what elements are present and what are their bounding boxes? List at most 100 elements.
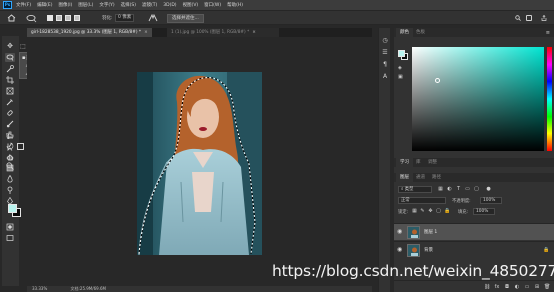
tab-channels[interactable]: 通道 (412, 173, 429, 182)
tab-adjustments[interactable]: 调整 (424, 158, 441, 167)
close-icon[interactable]: × (144, 30, 148, 35)
paragraph-icon[interactable]: ¶ (382, 62, 388, 68)
smart-object-filter-icon[interactable]: ▢ (474, 187, 479, 192)
add-mask-icon[interactable]: ◘ (504, 284, 510, 290)
tab-swatches[interactable]: 色板 (412, 28, 429, 37)
dodge-tool-icon[interactable] (5, 185, 15, 194)
lock-image-icon[interactable]: ✎ (420, 209, 425, 214)
tool-preset-lasso-icon[interactable] (26, 14, 38, 23)
home-icon[interactable] (7, 14, 16, 22)
layer-style-icon[interactable]: fx (494, 284, 500, 290)
screen-mode-icon[interactable] (5, 233, 15, 242)
quick-selection-tool-icon[interactable] (5, 64, 15, 73)
close-icon[interactable]: × (252, 30, 256, 35)
shape-filter-icon[interactable]: ▭ (465, 187, 470, 192)
color-picker-field[interactable] (412, 47, 544, 151)
lock-all-icon[interactable]: 🔒 (444, 209, 450, 214)
adjustment-filter-icon[interactable]: ◐ (447, 187, 452, 192)
zoom-level[interactable]: 33.33% (32, 286, 47, 291)
crop-tool-icon[interactable] (5, 75, 15, 84)
opacity-input[interactable]: 100% (480, 197, 502, 204)
color-panel-foreground-swatch[interactable] (398, 50, 405, 57)
tab-layers[interactable]: 图层 (396, 173, 413, 182)
menu-select[interactable]: 选择(S) (121, 2, 136, 8)
tab-document-1[interactable]: 1 (1).jpg @ 100% (图层 1, RGB/8#) * × (167, 28, 279, 37)
tab-document-girl[interactable]: girl-1828538_1920.jpg @ 33.3% (图层 1, RGB… (27, 28, 152, 37)
menu-window[interactable]: 窗口(W) (204, 2, 221, 8)
menu-filter[interactable]: 滤镜(T) (142, 2, 157, 8)
panel-icon-strip: ◷ ☰ ¶ A (378, 28, 390, 292)
subtract-selection-icon[interactable] (65, 15, 71, 21)
search-icon[interactable] (515, 15, 521, 21)
fill-input[interactable]: 100% (473, 208, 495, 215)
blur-tool-icon[interactable] (5, 174, 15, 183)
menu-edit[interactable]: 编辑(E) (37, 2, 52, 8)
menu-view[interactable]: 视图(V) (183, 2, 199, 8)
layer-row-background[interactable]: ◉ 背景 🔒 (394, 241, 554, 258)
zoom-tool-icon[interactable] (6, 162, 14, 170)
rectangle-tool-icon[interactable] (17, 143, 24, 150)
brush-tool-icon[interactable] (5, 119, 15, 128)
properties-icon[interactable]: ☰ (382, 50, 388, 56)
character-icon[interactable]: A (382, 74, 388, 80)
share-icon[interactable] (541, 15, 547, 21)
menu-file[interactable]: 文件(F) (16, 2, 31, 8)
anti-alias-icon[interactable] (148, 13, 158, 22)
layer-row-layer1[interactable]: ◉ 图层 1 (394, 223, 554, 240)
type-tool-icon[interactable]: T (6, 133, 11, 141)
lasso-selection-outline (138, 77, 256, 255)
lock-artboard-icon[interactable]: ▢ (436, 209, 441, 214)
quick-mask-icon[interactable] (5, 222, 15, 231)
foreground-color-swatch[interactable] (8, 204, 17, 213)
menu-type[interactable]: 文字(Y) (99, 2, 114, 8)
select-and-mask-button[interactable]: 选择并遮住... (167, 14, 204, 23)
intersect-selection-icon[interactable] (74, 15, 80, 21)
visibility-eye-icon[interactable]: ◉ (397, 229, 403, 235)
pixel-filter-icon[interactable]: ▦ (438, 187, 443, 192)
tab-learn[interactable]: 学习 (396, 158, 413, 167)
color-picker-handle[interactable] (435, 78, 440, 83)
lasso-tool-icon[interactable] (5, 53, 15, 62)
new-layer-icon[interactable]: ⊞ (534, 284, 540, 290)
new-selection-icon[interactable] (47, 15, 53, 21)
blend-opacity-row: 正常 不透明度: 100% (394, 195, 554, 205)
feather-input[interactable]: 0 像素 (115, 14, 134, 22)
menu-help[interactable]: 帮助(H) (227, 2, 243, 8)
delete-layer-icon[interactable]: 🗑 (544, 284, 550, 290)
menu-image[interactable]: 图像(I) (58, 2, 72, 8)
link-layers-icon[interactable]: ⛓ (484, 284, 490, 290)
lock-position-icon[interactable]: ✥ (428, 209, 433, 214)
adjustment-layer-icon[interactable]: ◐ (514, 284, 520, 290)
type-filter-icon[interactable]: T (456, 187, 461, 192)
add-to-selection-icon[interactable] (56, 15, 62, 21)
hand-tool-icon[interactable] (6, 153, 14, 161)
color-warning-icon[interactable]: ▣ (398, 74, 404, 80)
eyedropper-tool-icon[interactable] (5, 97, 15, 106)
panel-menu-icon[interactable]: ≡ (546, 30, 550, 36)
menu-3d[interactable]: 3D(D) (163, 3, 176, 8)
path-selection-tool-icon[interactable] (6, 143, 14, 151)
visibility-eye-icon[interactable]: ◉ (397, 247, 403, 253)
document-size: 文档:25.9M/69.6M (70, 286, 106, 291)
tab-color[interactable]: 颜色 (396, 28, 413, 37)
hue-slider[interactable] (547, 47, 552, 151)
frame-tool-icon[interactable] (5, 86, 15, 95)
filter-toggle-icon[interactable]: ● (486, 187, 491, 192)
layer-thumbnail (407, 226, 420, 239)
layer-thumbnail (407, 244, 420, 257)
new-group-icon[interactable]: ▭ (524, 284, 530, 290)
history-icon[interactable]: ◷ (382, 38, 388, 44)
canvas-image[interactable] (137, 72, 262, 255)
layer-filter-select[interactable]: ⌕ 类型 (398, 186, 432, 193)
tab-paths[interactable]: 路径 (428, 173, 445, 182)
menu-layer[interactable]: 图层(L) (78, 2, 93, 8)
healing-brush-tool-icon[interactable] (5, 108, 15, 117)
color-panel-tabs: 颜色 色板 ≡ (394, 28, 554, 37)
lock-transparent-icon[interactable]: ▦ (412, 209, 417, 214)
workspace-icon[interactable] (526, 15, 532, 21)
tab-libraries[interactable]: 库 (412, 158, 425, 167)
layers-bottom-toolbar: ⛓ fx ◘ ◐ ▭ ⊞ 🗑 (394, 280, 554, 292)
move-tool-icon[interactable]: ✥ (5, 42, 15, 51)
color-cube-icon[interactable]: ◈ (398, 65, 404, 71)
blend-mode-select[interactable]: 正常 (398, 197, 446, 204)
